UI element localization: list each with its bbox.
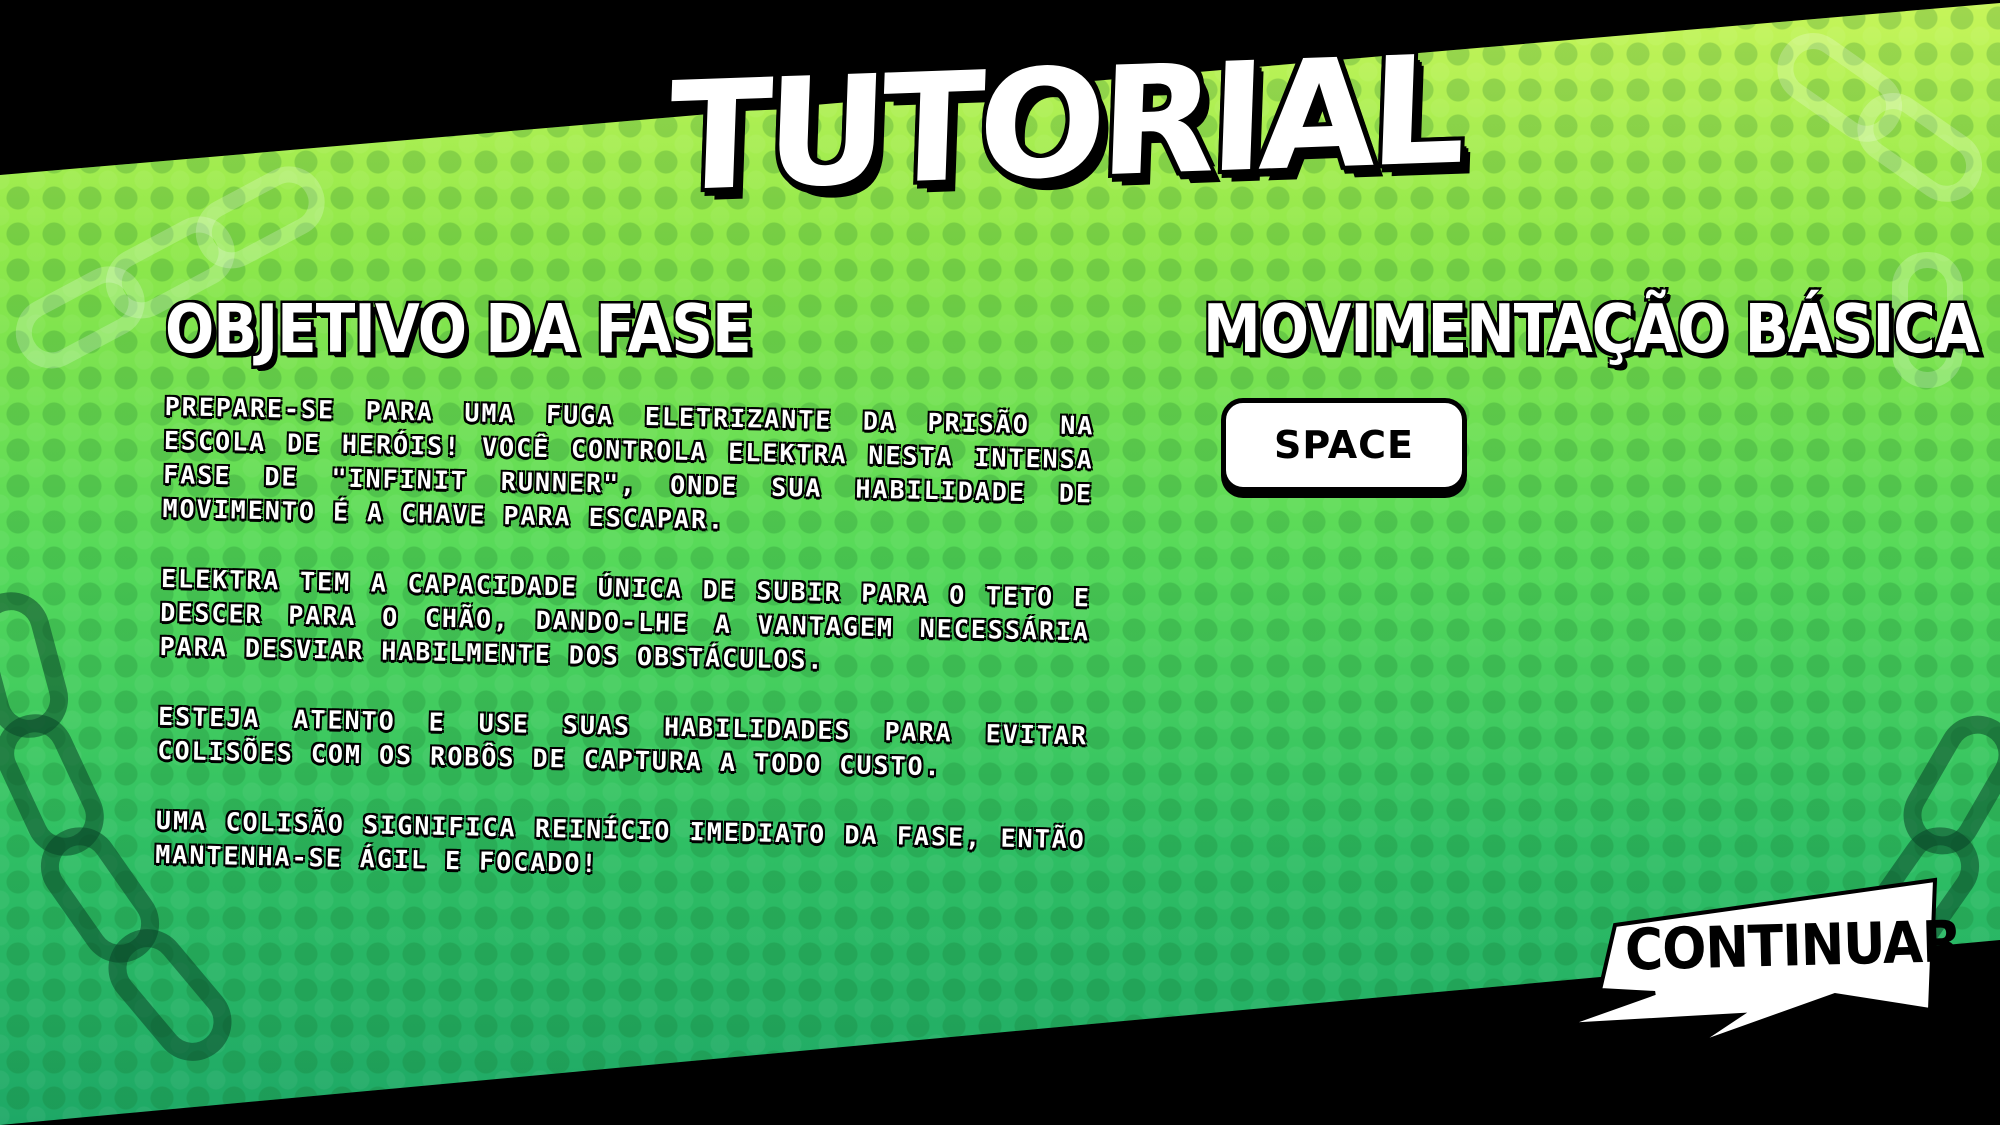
objective-paragraph: ESTEJA ATENTO E USE SUAS HABILIDADES PAR… xyxy=(157,701,1089,782)
objective-paragraph: ELEKTRA TEM A CAPACIDADE ÚNICA DE SUBIR … xyxy=(159,563,1092,675)
objective-paragraph: UMA COLISÃO SIGNIFICA REINÍCIO IMEDIATO … xyxy=(154,805,1087,879)
objective-description: PREPARE-SE PARA UMA FUGA ELETRIZANTE DA … xyxy=(154,390,1095,927)
movement-heading: MOVIMENTAÇÃO BÁSICA xyxy=(1202,289,1981,369)
continue-button[interactable]: CONTINUAR xyxy=(1505,875,1962,1065)
space-key-indicator: SPACE xyxy=(1221,398,1467,492)
continue-label: CONTINUAR xyxy=(1624,909,1962,985)
page-title: TUTORIAL xyxy=(664,21,1465,227)
objective-heading: OBJETIVO DA FASE xyxy=(164,289,753,369)
tutorial-screen: TUTORIAL OBJETIVO DA FASE MOVIMENTAÇÃO B… xyxy=(0,0,2000,1125)
objective-paragraph: PREPARE-SE PARA UMA FUGA ELETRIZANTE DA … xyxy=(162,391,1095,535)
